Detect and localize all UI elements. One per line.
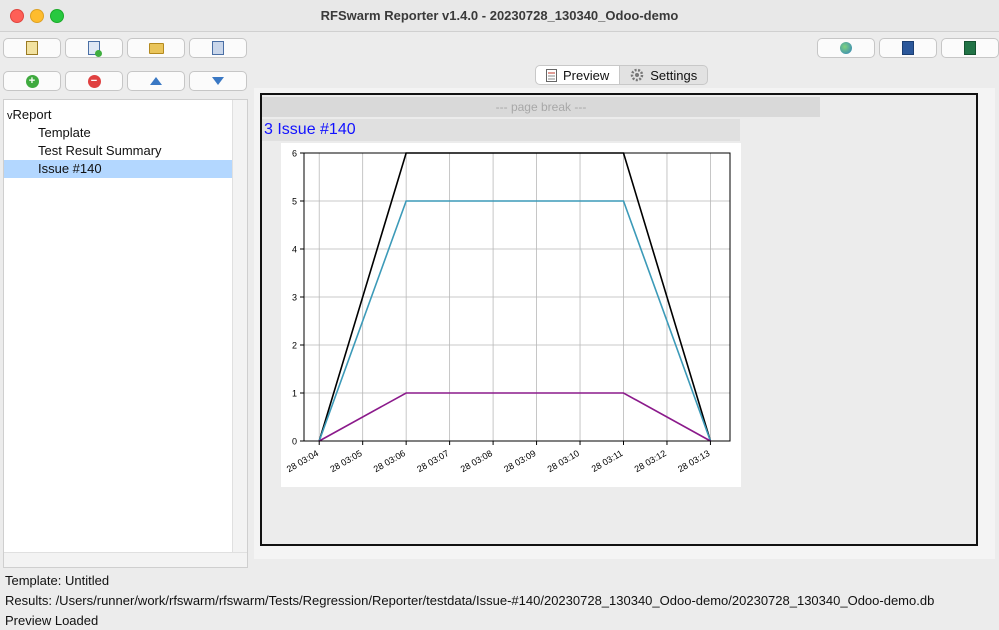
add-section-icon: + xyxy=(25,74,39,88)
x-tick-label: 28 03:12 xyxy=(633,448,668,474)
add-section-button[interactable]: + xyxy=(3,71,61,91)
move-down-icon xyxy=(212,77,224,85)
y-tick-label: 4 xyxy=(292,245,297,255)
tree-vertical-scrollbar[interactable] xyxy=(232,100,247,567)
tab-settings-label: Settings xyxy=(650,67,698,83)
remove-section-icon: − xyxy=(87,74,101,88)
tab-settings[interactable]: Settings xyxy=(620,65,709,85)
move-section-down-button[interactable] xyxy=(189,71,247,91)
move-section-up-button[interactable] xyxy=(127,71,185,91)
page-break: --- page break --- xyxy=(262,97,820,117)
export-word-icon xyxy=(902,41,914,55)
x-axis-ticks: 28 03:04 28 03:05 28 03:06 28 03:07 28 03:08… xyxy=(285,441,711,474)
section-heading: 3 Issue #140 xyxy=(262,119,740,141)
window-title: RFSwarm Reporter v1.4.0 - 20230728_13034… xyxy=(320,8,679,23)
y-tick-label: 6 xyxy=(292,149,297,159)
open-report-icon xyxy=(148,42,164,54)
export-html-icon xyxy=(840,42,852,54)
x-tick-label: 28 03:13 xyxy=(676,448,711,474)
x-tick-label: 28 03:08 xyxy=(459,448,494,474)
save-report-icon xyxy=(212,41,224,55)
export-excel-icon xyxy=(964,41,976,55)
report-tree[interactable]: vReport Template Test Result Summary Iss… xyxy=(3,99,248,568)
y-tick-label: 0 xyxy=(292,437,297,447)
move-up-icon xyxy=(150,77,162,85)
chart-grid xyxy=(304,152,730,442)
new-report-button[interactable] xyxy=(3,38,61,58)
chart-container: 0 1 2 3 4 5 6 28 03:04 28 03:05 28 03:06 28 03:07… xyxy=(281,143,741,487)
export-html-button[interactable] xyxy=(817,38,875,58)
tree-item-label: Report xyxy=(12,107,52,122)
template-status: Template: Untitled xyxy=(5,573,110,588)
tree-item-label: Test Result Summary xyxy=(38,143,162,158)
export-excel-button[interactable] xyxy=(941,38,999,58)
y-tick-label: 3 xyxy=(292,293,297,303)
series-line-3 xyxy=(318,392,711,442)
line-chart: 0 1 2 3 4 5 6 28 03:04 28 03:05 28 03:06 28 03:07… xyxy=(285,149,731,474)
preview-icon xyxy=(546,68,557,82)
save-report-button[interactable] xyxy=(189,38,247,58)
x-tick-label: 28 03:05 xyxy=(328,448,363,474)
title-bar: RFSwarm Reporter v1.4.0 - 20230728_13034… xyxy=(0,0,999,32)
x-tick-label: 28 03:09 xyxy=(502,448,537,474)
tree-item-issue-140[interactable]: Issue #140 xyxy=(4,160,232,178)
remove-section-button[interactable]: − xyxy=(65,71,123,91)
y-tick-label: 2 xyxy=(292,341,297,351)
y-tick-label: 1 xyxy=(292,389,297,399)
tree-horizontal-scrollbar[interactable] xyxy=(4,552,247,567)
new-report-icon xyxy=(26,41,38,55)
tab-preview[interactable]: Preview xyxy=(535,65,621,85)
view-tabs: Preview Settings xyxy=(535,65,709,87)
export-word-button[interactable] xyxy=(879,38,937,58)
y-tick-label: 5 xyxy=(292,197,297,207)
gear-icon xyxy=(631,68,644,82)
tree-item-label: Template xyxy=(38,125,91,140)
y-axis-ticks: 0 1 2 3 4 5 6 xyxy=(292,149,304,447)
tab-preview-label: Preview xyxy=(563,67,610,83)
results-path-status: Results: /Users/runner/work/rfswarm/rfsw… xyxy=(5,593,935,608)
preview-status: Preview Loaded xyxy=(5,613,99,628)
tree-item-label: Issue #140 xyxy=(38,161,102,176)
x-tick-label: 28 03:06 xyxy=(372,448,407,474)
tree-item-test-result-summary[interactable]: Test Result Summary xyxy=(4,142,232,160)
x-tick-label: 28 03:04 xyxy=(285,448,320,474)
open-report-button[interactable] xyxy=(127,38,185,58)
series-line-2 xyxy=(318,200,712,442)
tree-item-report[interactable]: vReport xyxy=(7,106,52,124)
x-tick-label: 28 03:10 xyxy=(546,448,581,474)
preview-content[interactable]: --- page break --- 3 Issue #140 0 1 2 3 4 5 6 … xyxy=(260,93,978,546)
x-tick-label: 28 03:07 xyxy=(415,448,450,474)
x-tick-label: 28 03:11 xyxy=(590,448,625,474)
new-file-icon xyxy=(88,41,102,57)
tree-item-template[interactable]: Template xyxy=(4,124,232,142)
new-file-button[interactable] xyxy=(65,38,123,58)
